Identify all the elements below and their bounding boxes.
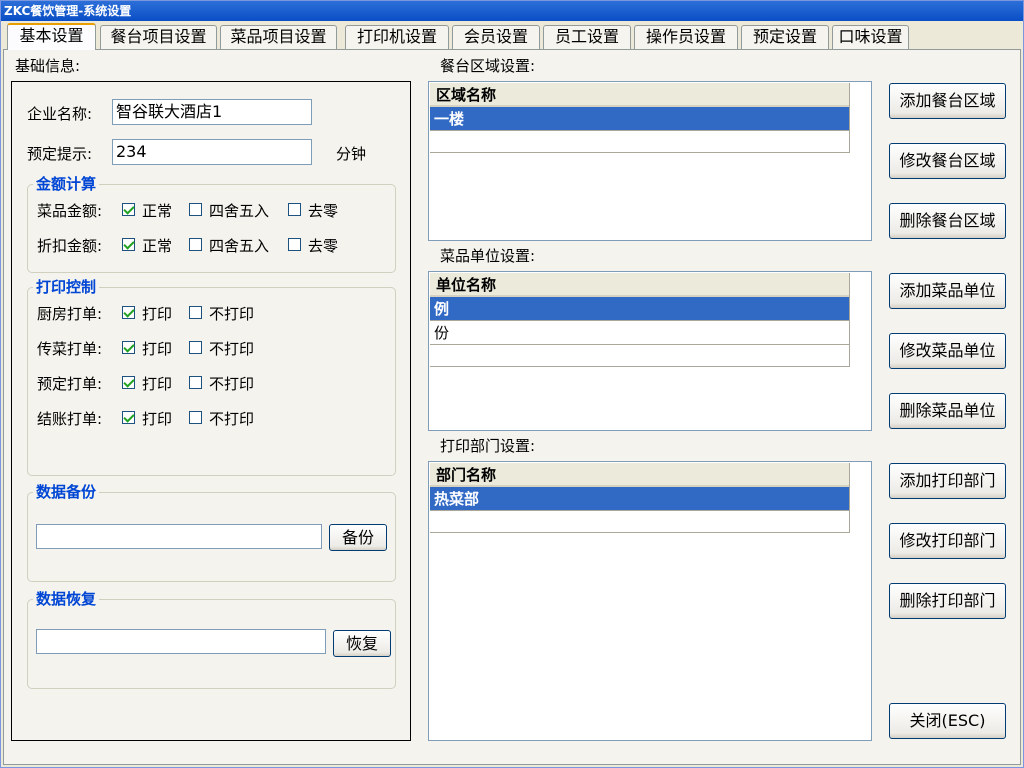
dept-section-label: 打印部门设置: — [440, 437, 536, 455]
dish-amount-round-checkbox[interactable] — [189, 203, 202, 216]
discount-amount-normal-checkbox[interactable] — [122, 238, 135, 251]
reserve-print-yes-label: 打印 — [142, 375, 173, 393]
reserve-unit-label: 分钟 — [336, 145, 367, 163]
tab-taste[interactable]: 口味设置 — [832, 25, 909, 49]
discount-amount-truncate-label: 去零 — [308, 237, 339, 255]
checkout-print-yes-label: 打印 — [142, 410, 173, 428]
dish-amount-normal-checkbox[interactable] — [122, 203, 135, 216]
company-name-label: 企业名称: — [27, 105, 93, 123]
list-item[interactable]: 份 — [430, 321, 849, 345]
window-title: ZKC餐饮管理-系统设置 — [4, 4, 132, 18]
list-item[interactable]: 热菜部 — [430, 487, 849, 511]
tab-staff[interactable]: 员工设置 — [543, 25, 631, 49]
backup-path-input[interactable] — [36, 524, 322, 549]
settings-window: ZKC餐饮管理-系统设置 基本设置 餐台项目设置 菜品项目设置 打印机设置 会员… — [0, 0, 1024, 768]
print-control-title: 打印控制 — [33, 278, 100, 296]
area-list[interactable]: 区域名称 一楼 — [428, 81, 872, 241]
backup-button[interactable]: 备份 — [329, 524, 387, 551]
unit-column-header[interactable]: 单位名称 — [430, 273, 849, 297]
serving-print-no-label: 不打印 — [209, 340, 255, 358]
dish-amount-round-label: 四舍五入 — [209, 202, 270, 220]
add-unit-button[interactable]: 添加菜品单位 — [889, 273, 1006, 309]
dish-amount-truncate-checkbox[interactable] — [288, 203, 301, 216]
checkout-print-label: 结账打单: — [37, 410, 103, 428]
reserve-print-label: 预定打单: — [37, 375, 103, 393]
kitchen-print-label: 厨房打单: — [37, 305, 103, 323]
edit-dept-button[interactable]: 修改打印部门 — [889, 523, 1006, 559]
checkout-print-no-checkbox[interactable] — [189, 411, 202, 424]
checkout-print-no-label: 不打印 — [209, 410, 255, 428]
kitchen-print-no-checkbox[interactable] — [189, 306, 202, 319]
area-section-label: 餐台区域设置: — [440, 57, 536, 75]
delete-unit-button[interactable]: 删除菜品单位 — [889, 393, 1006, 429]
list-item-empty[interactable] — [430, 345, 849, 367]
tab-basic-settings[interactable]: 基本设置 — [7, 23, 96, 50]
reserve-reminder-label: 预定提示: — [27, 145, 93, 163]
close-button[interactable]: 关闭(ESC) — [889, 703, 1006, 739]
dept-list[interactable]: 部门名称 热菜部 — [428, 461, 872, 741]
amount-calc-title: 金额计算 — [33, 175, 100, 193]
tab-printer[interactable]: 打印机设置 — [345, 25, 449, 49]
dept-column-header[interactable]: 部门名称 — [430, 463, 849, 487]
unit-section-label: 菜品单位设置: — [440, 247, 536, 265]
restore-button[interactable]: 恢复 — [333, 630, 391, 657]
serving-print-yes-label: 打印 — [142, 340, 173, 358]
edit-unit-button[interactable]: 修改菜品单位 — [889, 333, 1006, 369]
dish-amount-normal-label: 正常 — [142, 202, 173, 220]
tab-operator[interactable]: 操作员设置 — [634, 25, 738, 49]
discount-amount-truncate-checkbox[interactable] — [288, 238, 301, 251]
list-item[interactable]: 一楼 — [430, 107, 849, 131]
add-dept-button[interactable]: 添加打印部门 — [889, 463, 1006, 499]
discount-amount-round-checkbox[interactable] — [189, 238, 202, 251]
serving-print-label: 传菜打单: — [37, 340, 103, 358]
add-area-button[interactable]: 添加餐台区域 — [889, 83, 1006, 119]
checkout-print-yes-checkbox[interactable] — [122, 411, 135, 424]
tab-strip: 基本设置 餐台项目设置 菜品项目设置 打印机设置 会员设置 员工设置 操作员设置… — [5, 23, 1019, 50]
reserve-reminder-input[interactable]: 234 — [112, 139, 312, 165]
tab-reservation[interactable]: 预定设置 — [741, 25, 829, 49]
reserve-print-no-checkbox[interactable] — [189, 376, 202, 389]
discount-amount-label: 折扣金额: — [37, 237, 103, 255]
backup-title: 数据备份 — [33, 483, 100, 501]
restore-path-input[interactable] — [36, 629, 326, 654]
kitchen-print-yes-label: 打印 — [142, 305, 173, 323]
reserve-print-no-label: 不打印 — [209, 375, 255, 393]
kitchen-print-yes-checkbox[interactable] — [122, 306, 135, 319]
discount-amount-normal-label: 正常 — [142, 237, 173, 255]
restore-title: 数据恢复 — [33, 590, 100, 608]
delete-area-button[interactable]: 删除餐台区域 — [889, 203, 1006, 239]
basic-info-heading: 基础信息: — [15, 57, 81, 75]
list-item-empty[interactable] — [430, 511, 849, 533]
serving-print-yes-checkbox[interactable] — [122, 341, 135, 354]
delete-dept-button[interactable]: 删除打印部门 — [889, 583, 1006, 619]
discount-amount-round-label: 四舍五入 — [209, 237, 270, 255]
tab-dish-items[interactable]: 菜品项目设置 — [220, 25, 337, 49]
serving-print-no-checkbox[interactable] — [189, 341, 202, 354]
tab-table-items[interactable]: 餐台项目设置 — [100, 25, 217, 49]
dish-amount-truncate-label: 去零 — [308, 202, 339, 220]
title-bar[interactable]: ZKC餐饮管理-系统设置 — [1, 1, 1023, 21]
kitchen-print-no-label: 不打印 — [209, 305, 255, 323]
tab-member[interactable]: 会员设置 — [452, 25, 540, 49]
amount-calc-group — [27, 184, 396, 273]
reserve-print-yes-checkbox[interactable] — [122, 376, 135, 389]
list-item[interactable]: 例 — [430, 297, 849, 321]
dish-amount-label: 菜品金额: — [37, 202, 103, 220]
edit-area-button[interactable]: 修改餐台区域 — [889, 143, 1006, 179]
company-name-input[interactable]: 智谷联大酒店1 — [112, 99, 312, 125]
unit-list[interactable]: 单位名称 例 份 — [428, 271, 872, 431]
list-item-empty[interactable] — [430, 131, 849, 153]
area-column-header[interactable]: 区域名称 — [430, 83, 849, 107]
